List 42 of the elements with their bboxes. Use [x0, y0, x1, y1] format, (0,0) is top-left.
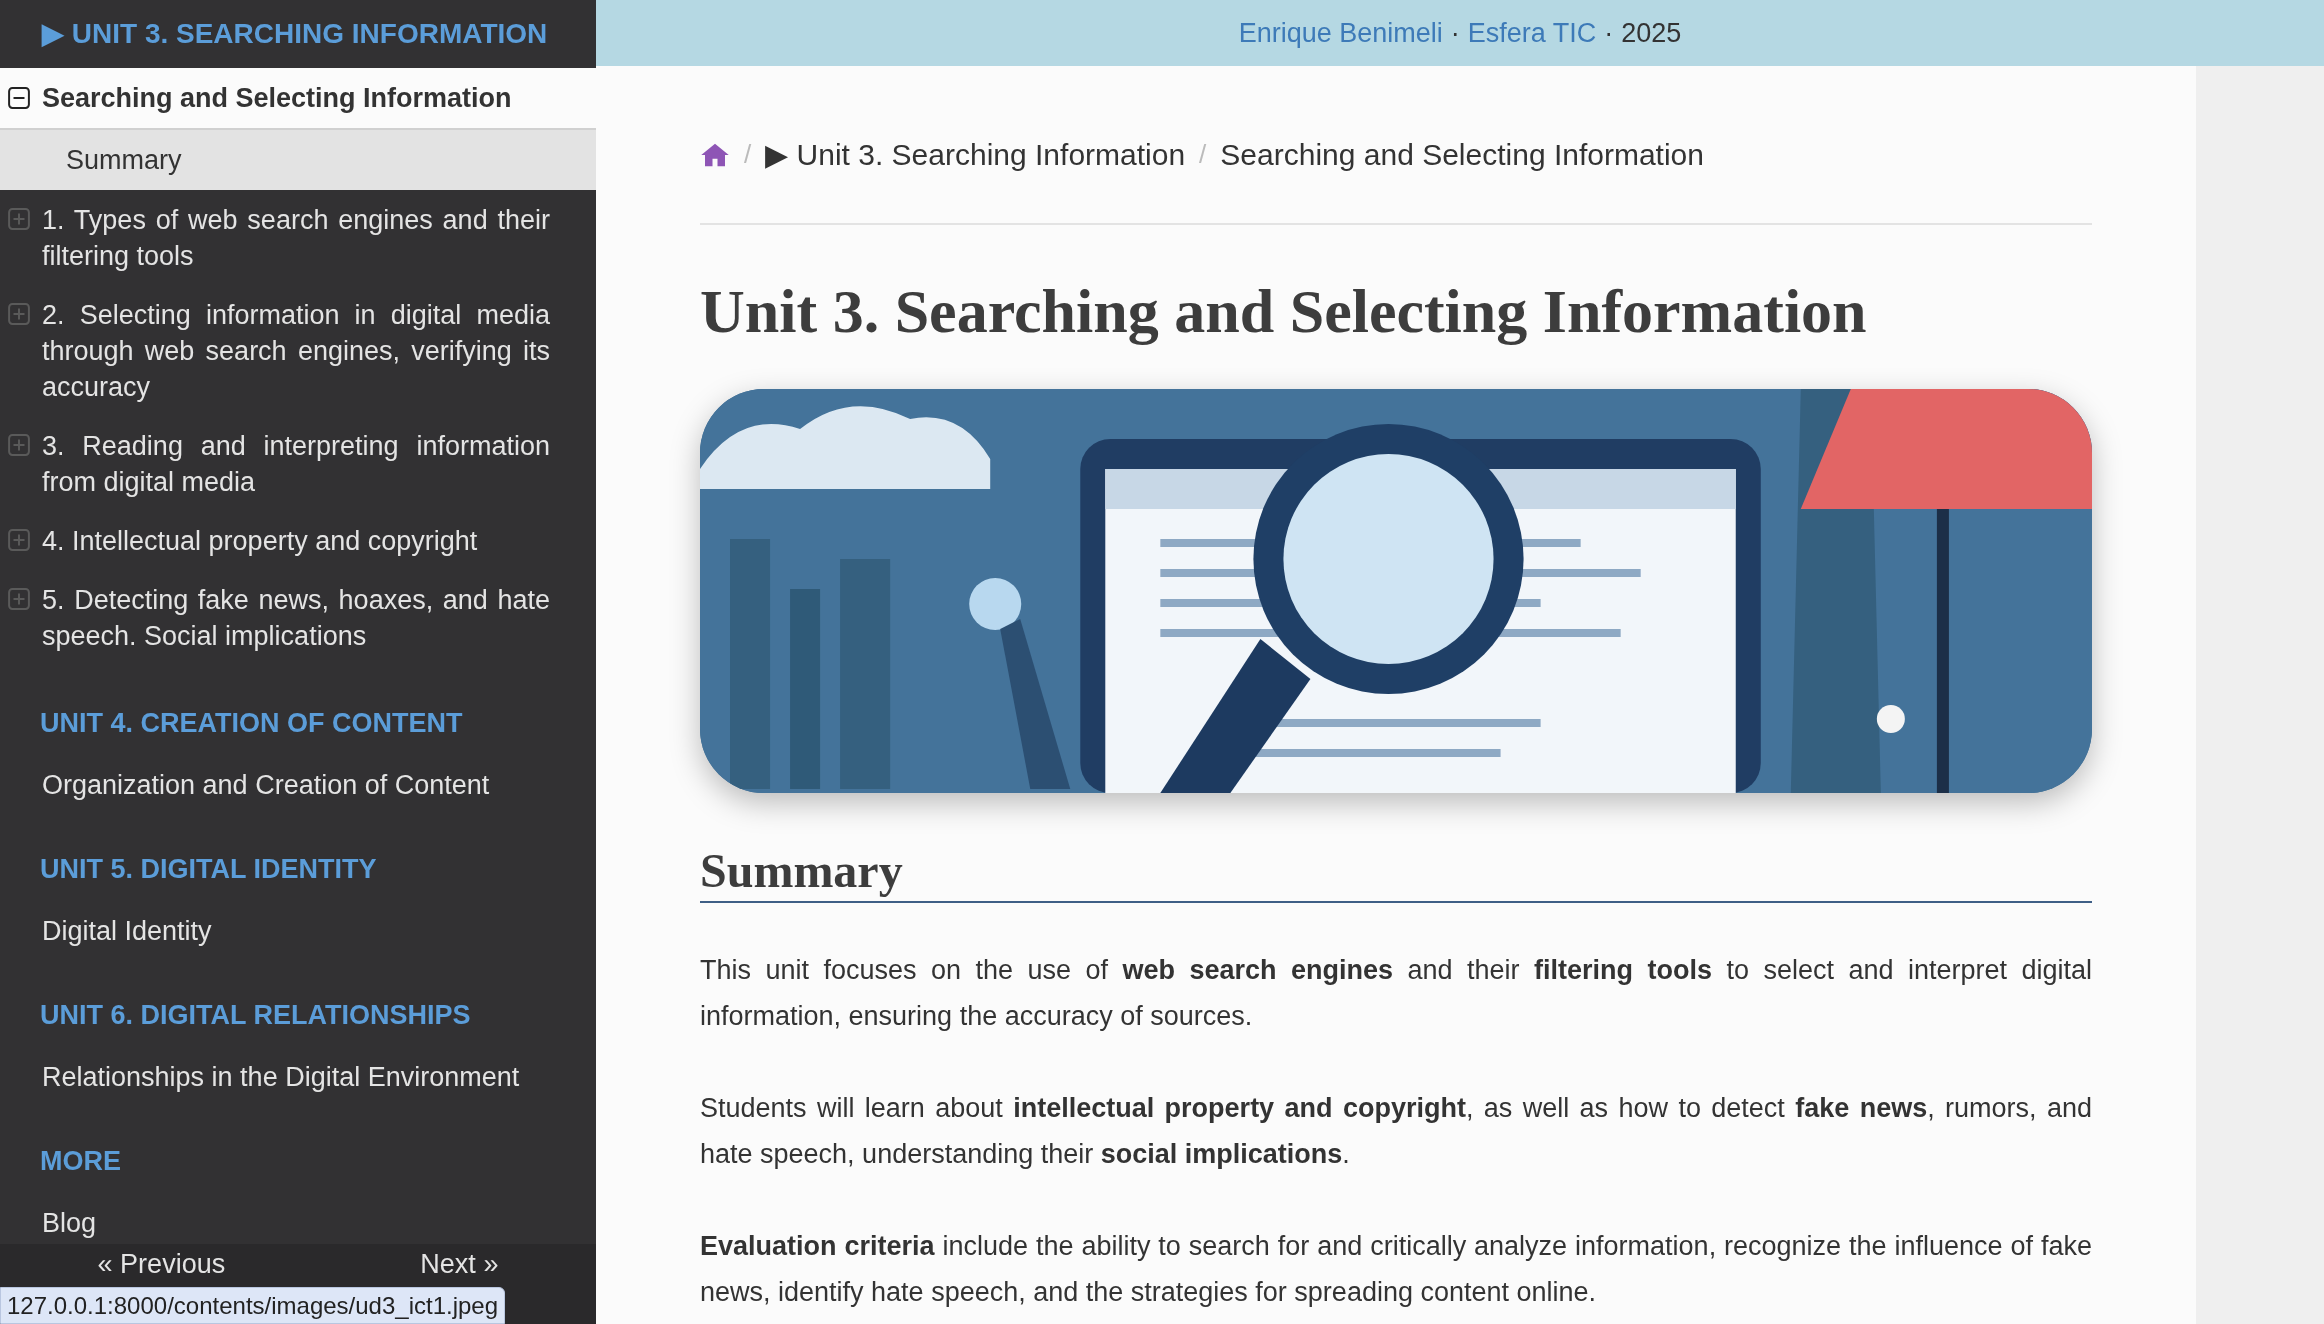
- sidebar-item[interactable]: 1. Types of web search engines and their filtering tools: [0, 190, 596, 285]
- status-url-tooltip: 127.0.0.1:8000/contents/images/ud3_ict1.jpeg: [0, 1287, 506, 1324]
- expand-icon[interactable]: [8, 208, 30, 230]
- breadcrumb-link[interactable]: ▶ Unit 3. Searching Information: [765, 132, 1186, 177]
- sidebar-link[interactable]: Digital Identity: [40, 913, 596, 949]
- page-heading: Unit 3. Searching and Selecting Information: [700, 276, 1868, 347]
- paragraph: Evaluation criteria include the ability to search for and critically analyze information, recognize the influence of fake news, identify hate speech, and the strategies for spreading content online.: [700, 1230, 2092, 1309]
- paragraph: Students will learn about intellectual property and copyright, as well as how to detect fake news, rumors, and hate speech, understanding their social implications.: [700, 1092, 2092, 1171]
- breadcrumb-current: Searching and Selecting Information: [1220, 137, 1704, 173]
- credit-text: 2025: [1621, 16, 1682, 50]
- page-title: Searching and Selecting Information: [42, 81, 512, 115]
- breadcrumb-separator: /: [1199, 138, 1207, 171]
- expand-icon[interactable]: [8, 588, 30, 610]
- section-heading: UNIT 5. DIGITAL IDENTITY: [40, 853, 378, 886]
- current-unit-link[interactable]: ▶ UNIT 3. SEARCHING INFORMATION: [0, 0, 596, 68]
- credit-text: ·: [1450, 16, 1460, 50]
- home-icon[interactable]: [700, 141, 730, 168]
- expand-icon[interactable]: [8, 529, 30, 551]
- sidebar-item-label: 1. Types of web search engines and their filtering tools: [42, 204, 550, 273]
- sidebar-item-label: 2. Selecting information in digital media through web search engines, verifying its accuracy: [42, 299, 550, 404]
- sidebar-page-item[interactable]: Searching and Selecting Information: [0, 68, 596, 130]
- sidebar-item-label: 3. Reading and interpreting information from digital media: [42, 430, 550, 499]
- sidebar-item[interactable]: Summary: [0, 130, 596, 190]
- section-heading: UNIT 4. CREATION OF CONTENT: [40, 707, 464, 740]
- credit-text: ·: [1604, 16, 1614, 50]
- sidebar-item[interactable]: 4. Intellectual property and copyright: [0, 511, 596, 570]
- section-heading: UNIT 6. DIGITAL RELATIONSHIPS: [40, 999, 472, 1032]
- sidebar-item-label: 4. Intellectual property and copyright: [42, 525, 478, 558]
- breadcrumb-separator: /: [744, 138, 752, 171]
- sidebar-item[interactable]: 3. Reading and interpreting information from digital media: [0, 416, 596, 511]
- collapse-icon[interactable]: [8, 87, 30, 109]
- sidebar-item-label: 5. Detecting fake news, hoaxes, and hate speech. Social implications: [42, 584, 550, 653]
- sidebar-link[interactable]: Organization and Creation of Content: [40, 767, 596, 803]
- section-heading: Summary: [700, 843, 2092, 903]
- section-heading: MORE: [40, 1145, 122, 1178]
- sidebar-link[interactable]: Blog: [40, 1205, 596, 1241]
- sidebar-link[interactable]: Relationships in the Digital Environment: [40, 1059, 596, 1095]
- sidebar-item[interactable]: 5. Detecting fake news, hoaxes, and hate speech. Social implications: [0, 570, 596, 665]
- paragraph: This unit focuses on the use of web search engines and their filtering tools to select and interpret digital information, ensuring the accuracy of sources.: [700, 954, 2092, 1033]
- expand-icon[interactable]: [8, 434, 30, 456]
- expand-icon[interactable]: [8, 303, 30, 325]
- sidebar-item[interactable]: 2. Selecting information in digital media through web search engines, verifying its accuracy: [0, 285, 596, 416]
